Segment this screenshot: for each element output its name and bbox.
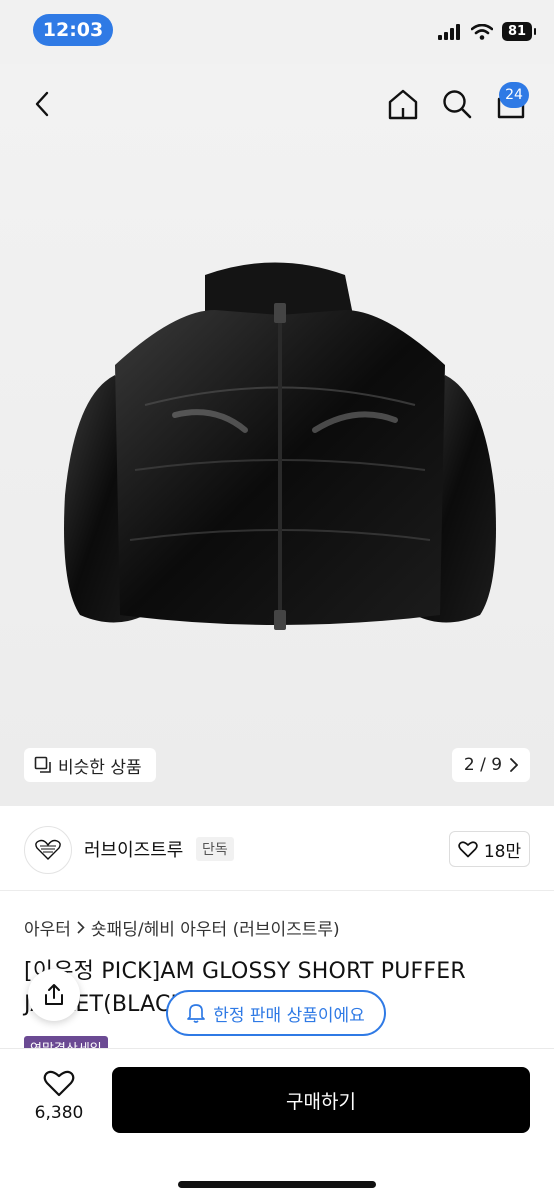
similar-products-button[interactable]: 비슷한 상품: [24, 748, 156, 782]
signal-icon: [438, 23, 460, 40]
share-button[interactable]: [28, 969, 80, 1021]
back-button[interactable]: [26, 86, 58, 122]
cart-count-badge: 24: [499, 82, 529, 108]
divider: [0, 890, 554, 891]
brand-row: 러브이즈트루 단독 18만: [0, 806, 554, 892]
heart-logo-icon: [35, 839, 61, 860]
buy-button[interactable]: 구매하기: [112, 1067, 530, 1133]
exclusive-tag: 단독: [196, 837, 234, 861]
battery-icon: 81: [502, 22, 536, 41]
brand-logo[interactable]: [24, 826, 72, 874]
breadcrumb-subcategory[interactable]: 숏패딩/헤비 아우터 (러브이즈트루): [91, 915, 340, 940]
brand-like-count: 18만: [483, 841, 522, 862]
status-bar: 12:03 81: [0, 0, 554, 64]
breadcrumb-category[interactable]: 아우터: [24, 915, 71, 940]
purchase-bar: 6,380 구매하기: [0, 1048, 554, 1201]
product-photo: [64, 262, 496, 630]
heart-icon: [43, 1070, 75, 1097]
limited-sale-label: 한정 판매 상품이에요: [213, 1005, 365, 1026]
page-indicator-text: 2 / 9: [463, 755, 503, 775]
image-page-indicator[interactable]: 2 / 9: [452, 748, 530, 782]
similar-products-label: 비슷한 상품: [58, 757, 142, 778]
brand-like-button[interactable]: 18만: [449, 831, 530, 867]
home-icon: [388, 89, 418, 120]
breadcrumb: 아우터 숏패딩/헤비 아우터 (러브이즈트루): [24, 915, 340, 940]
home-indicator: [178, 1181, 376, 1188]
bell-icon: [187, 1004, 206, 1023]
status-time: 12:03: [33, 14, 113, 46]
limited-sale-notice[interactable]: 한정 판매 상품이에요: [166, 990, 386, 1036]
search-icon: [443, 90, 472, 119]
wishlist-button[interactable]: 6,380: [24, 1069, 94, 1123]
copy-icon: [34, 756, 51, 773]
chevron-right-icon: [77, 921, 85, 934]
home-button[interactable]: [384, 84, 422, 124]
brand-name[interactable]: 러브이즈트루: [84, 836, 183, 862]
wishlist-count: 6,380: [34, 1103, 84, 1123]
heart-icon: [458, 841, 478, 858]
search-button[interactable]: [438, 84, 476, 124]
chevron-right-icon: [510, 758, 519, 772]
status-icons: 81: [438, 22, 536, 41]
chevron-left-icon: [35, 91, 49, 117]
wifi-icon: [471, 23, 493, 40]
share-icon: [45, 984, 63, 1005]
